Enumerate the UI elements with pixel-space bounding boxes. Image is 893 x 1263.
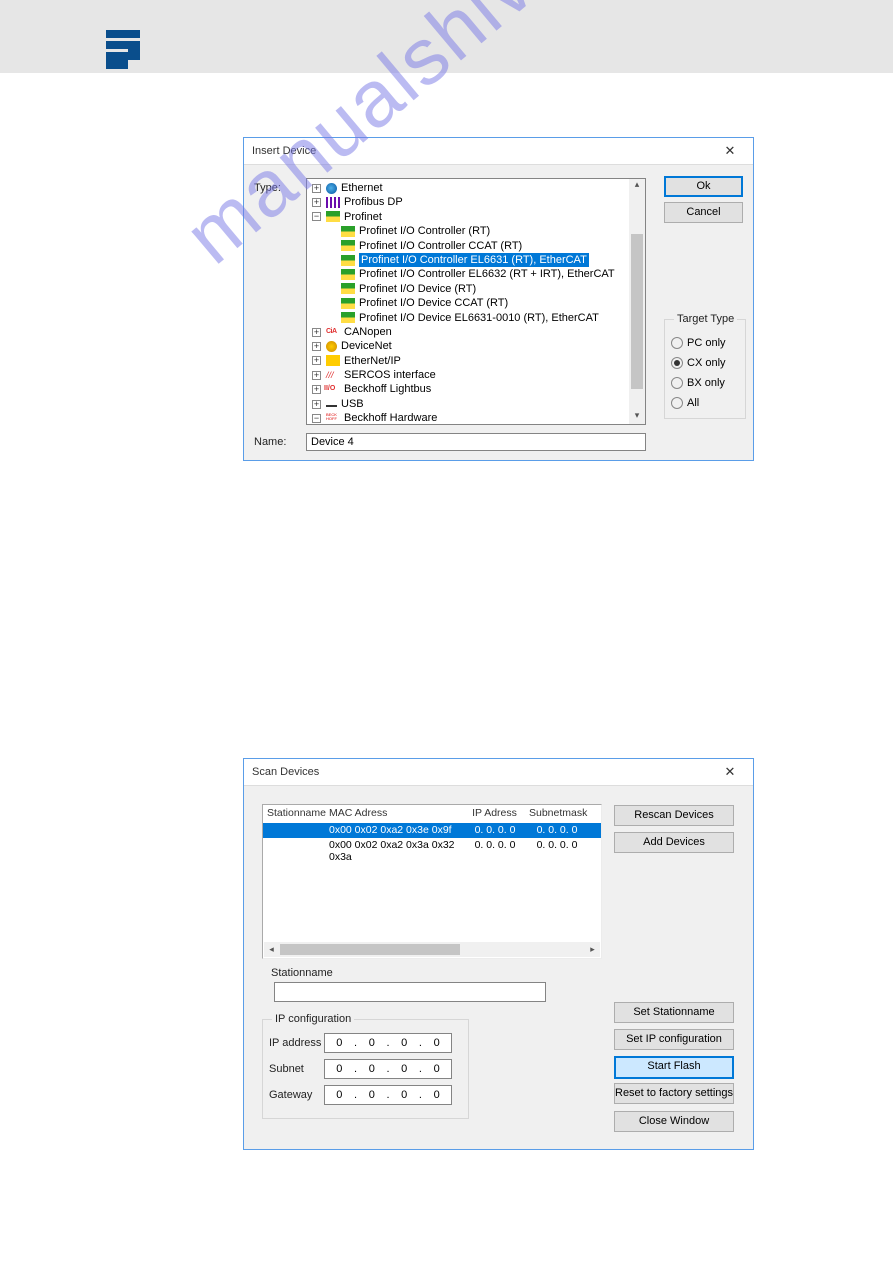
radio-cx-only[interactable]: CX only [671, 353, 739, 373]
card-icon [341, 226, 355, 237]
tree-item-sercos[interactable]: + SERCOS interface [307, 368, 645, 382]
add-devices-button[interactable]: Add Devices [614, 832, 734, 853]
tree-item-canopen[interactable]: + CANopen [307, 325, 645, 339]
card-icon [341, 269, 355, 280]
table-row[interactable]: 0x00 0x02 0xa2 0x3a 0x32 0x3a 0. 0. 0. 0… [263, 838, 601, 853]
ip-address-input[interactable]: 0. 0. 0. 0 [324, 1033, 452, 1053]
card-icon [341, 240, 355, 251]
close-window-button[interactable]: Close Window [614, 1111, 734, 1132]
tree-item-profibus[interactable]: + Profibus DP [307, 195, 645, 209]
scan-devices-dialog: Scan Devices ✕ Stationname MAC Adress IP… [243, 758, 754, 1150]
card-icon [341, 298, 355, 309]
card-icon [341, 312, 355, 323]
page-header [0, 0, 893, 73]
name-label: Name: [254, 436, 286, 448]
dialog-titlebar: Insert Device ✕ [244, 138, 753, 165]
lightbus-icon [326, 384, 340, 395]
ok-button[interactable]: Ok [664, 176, 743, 197]
profinet-icon [326, 211, 340, 222]
tree-item-profinet[interactable]: − Profinet [307, 210, 645, 224]
target-type-legend: Target Type [674, 313, 737, 325]
rescan-devices-button[interactable]: Rescan Devices [614, 805, 734, 826]
target-type-group: Target Type PC only CX only BX only All [664, 313, 746, 419]
tree-item[interactable]: Profinet I/O Device CCAT (RT) [307, 296, 645, 310]
subnet-label: Subnet [269, 1063, 324, 1075]
tree-item[interactable]: Profinet I/O Controller CCAT (RT) [307, 239, 645, 253]
subnet-input[interactable]: 0. 0. 0. 0 [324, 1059, 452, 1079]
tree-item-lightbus[interactable]: + Beckhoff Lightbus [307, 382, 645, 396]
radio-bx-only[interactable]: BX only [671, 373, 739, 393]
tree-item[interactable]: Profinet I/O Device (RT) [307, 282, 645, 296]
table-row[interactable]: 0x00 0x02 0xa2 0x3e 0x9f 0x72 0. 0. 0. 0… [263, 823, 601, 838]
sercos-icon [326, 370, 340, 381]
tree-item-ethernetip[interactable]: + EtherNet/IP [307, 354, 645, 368]
tree-item[interactable]: Profinet I/O Device EL6631-0010 (RT), Et… [307, 311, 645, 325]
profibus-icon [326, 197, 340, 208]
start-flash-button[interactable]: Start Flash [614, 1056, 734, 1079]
radio-all[interactable]: All [671, 393, 739, 413]
dialog-titlebar: Scan Devices ✕ [244, 759, 753, 786]
globe-icon [326, 183, 337, 194]
set-ip-config-button[interactable]: Set IP configuration [614, 1029, 734, 1050]
tree-item-devicenet[interactable]: + DeviceNet [307, 339, 645, 353]
stationname-label: Stationname [271, 967, 333, 979]
name-input[interactable]: Device 4 [306, 433, 646, 451]
close-icon[interactable]: ✕ [715, 764, 745, 780]
type-label: Type: [254, 182, 281, 194]
device-type-tree[interactable]: + Ethernet + Profibus DP − Profinet Prof… [306, 178, 646, 425]
tree-item-usb[interactable]: + USB [307, 397, 645, 411]
tree-scrollbar[interactable]: ▴ ▾ [629, 179, 645, 424]
devices-table[interactable]: Stationname MAC Adress IP Adress Subnetm… [262, 804, 602, 959]
tree-item-selected[interactable]: Profinet I/O Controller EL6631 (RT), Eth… [307, 253, 645, 267]
devicenet-icon [326, 341, 337, 352]
close-icon[interactable]: ✕ [715, 143, 745, 159]
tree-item-hardware[interactable]: − Beckhoff Hardware [307, 411, 645, 425]
radio-pc-only[interactable]: PC only [671, 333, 739, 353]
reset-factory-button[interactable]: Reset to factory settings [614, 1083, 734, 1104]
set-stationname-button[interactable]: Set Stationname [614, 1002, 734, 1023]
sm-logo [106, 30, 140, 67]
ip-address-label: IP address [269, 1037, 324, 1049]
table-h-scrollbar[interactable]: ◂ ▸ [264, 942, 600, 957]
dialog-title: Insert Device [252, 145, 316, 157]
tree-item-ethernet[interactable]: + Ethernet [307, 181, 645, 195]
card-icon [341, 255, 355, 266]
dialog-title: Scan Devices [252, 766, 319, 778]
ip-config-legend: IP configuration [272, 1013, 354, 1025]
table-header: Stationname MAC Adress IP Adress Subnetm… [263, 805, 601, 823]
insert-device-dialog: Insert Device ✕ Type: + Ethernet + Profi… [243, 137, 754, 461]
ip-config-group: IP configuration IP address 0. 0. 0. 0 S… [262, 1013, 469, 1119]
ethernetip-icon [326, 355, 340, 366]
cia-icon [326, 327, 340, 338]
tree-item[interactable]: Profinet I/O Controller (RT) [307, 224, 645, 238]
gateway-input[interactable]: 0. 0. 0. 0 [324, 1085, 452, 1105]
cancel-button[interactable]: Cancel [664, 202, 743, 223]
beckhoff-icon [326, 413, 340, 424]
card-icon [341, 283, 355, 294]
gateway-label: Gateway [269, 1089, 324, 1101]
tree-item[interactable]: Profinet I/O Controller EL6632 (RT + IRT… [307, 267, 645, 281]
usb-icon [326, 405, 337, 407]
stationname-input[interactable] [274, 982, 546, 1002]
